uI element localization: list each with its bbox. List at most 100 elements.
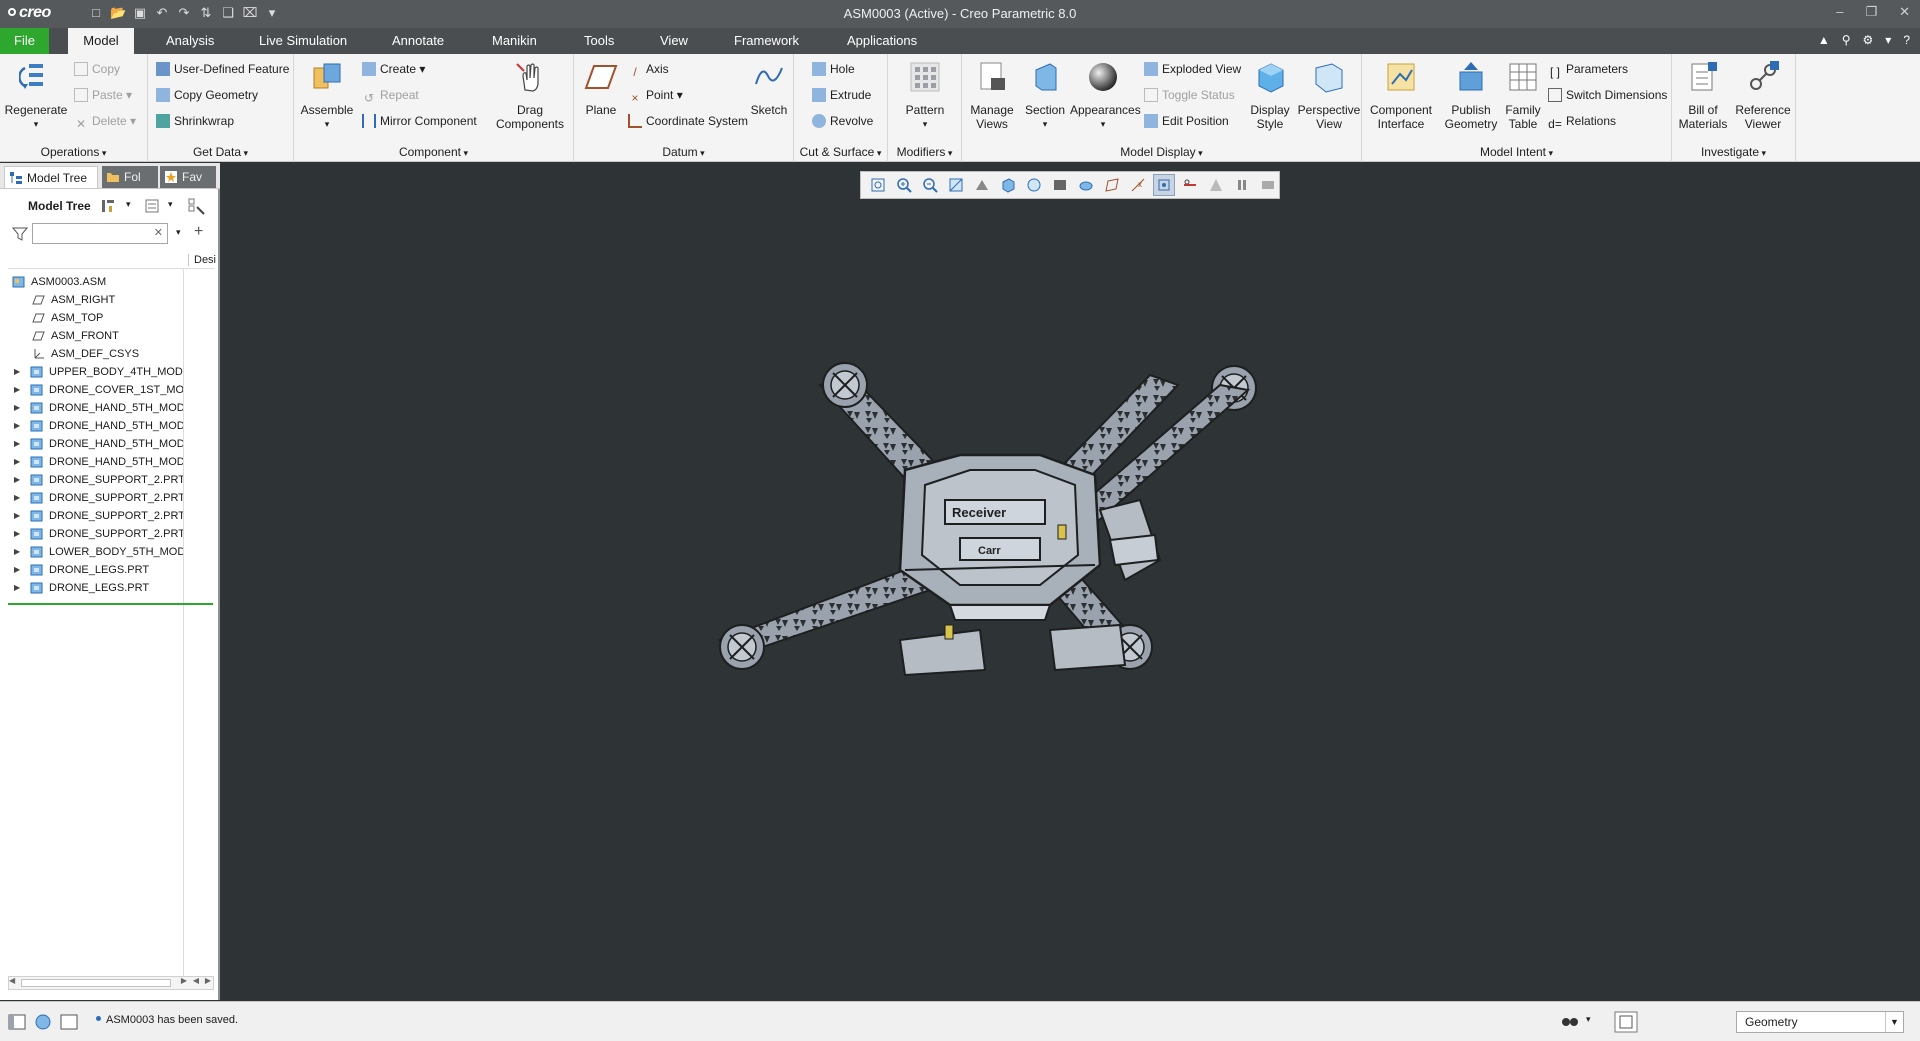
navigator-toggle-icon[interactable]: [8, 1014, 26, 1030]
filter-funnel-icon[interactable]: [12, 226, 28, 242]
appearances-dropdown-icon[interactable]: ▾: [1070, 117, 1136, 131]
saved-orientations-icon[interactable]: [997, 174, 1019, 196]
appearance-small-icon[interactable]: [1075, 174, 1097, 196]
datum-display-icon[interactable]: [1101, 174, 1123, 196]
zoom-in-icon[interactable]: [893, 174, 915, 196]
revolve-button[interactable]: Revolve: [812, 112, 873, 130]
tree-item[interactable]: ▶ DRONE_COVER_1ST_MOD: [0, 381, 183, 399]
group-label-model-display[interactable]: Model Display: [962, 145, 1361, 159]
publish-geometry-button[interactable]: Publish Geometry: [1440, 60, 1502, 131]
tree-item[interactable]: ▶ DRONE_SUPPORT_2.PRT: [0, 525, 183, 543]
pause-icon[interactable]: [1231, 174, 1253, 196]
assemble-dropdown-icon[interactable]: ▾: [296, 117, 358, 131]
group-label-investigate[interactable]: Investigate: [1672, 145, 1795, 159]
tree-item[interactable]: ASM_FRONT: [0, 327, 183, 345]
zoom-out-icon[interactable]: [919, 174, 941, 196]
coordinate-system-button[interactable]: Coordinate System: [628, 112, 748, 130]
selection-buffer-icon[interactable]: [1614, 1011, 1638, 1033]
settings-icon[interactable]: ⚙: [1863, 33, 1874, 47]
browser-toggle-icon[interactable]: [34, 1014, 52, 1030]
tab-live-simulation[interactable]: Live Simulation: [245, 28, 361, 54]
spin-center-icon[interactable]: [1153, 174, 1175, 196]
tab-view[interactable]: View: [646, 28, 702, 54]
tree-item[interactable]: ASM_DEF_CSYS: [0, 345, 183, 363]
tab-model[interactable]: Model: [68, 28, 134, 54]
show-options-icon[interactable]: [144, 198, 160, 214]
refit-icon[interactable]: [867, 174, 889, 196]
tab-applications[interactable]: Applications: [833, 28, 931, 54]
appearances-button[interactable]: Appearances ▾: [1070, 60, 1141, 131]
full-screen-icon[interactable]: [60, 1014, 78, 1030]
restore-icon[interactable]: ❐: [1865, 4, 1877, 20]
drag-components-button[interactable]: Drag Components: [490, 60, 570, 131]
relations-button[interactable]: d= Relations: [1548, 112, 1616, 131]
add-column-icon[interactable]: +: [194, 223, 203, 241]
pattern-dropdown-icon[interactable]: ▾: [892, 117, 958, 131]
tree-item[interactable]: ▶ DRONE_HAND_5TH_MOD: [0, 417, 183, 435]
tree-item[interactable]: ▶ DRONE_SUPPORT_2.PRT: [0, 507, 183, 525]
expand-arrow-icon[interactable]: ▶: [14, 453, 20, 471]
expand-arrow-icon[interactable]: ▶: [14, 543, 20, 561]
extrude-button[interactable]: Extrude: [812, 86, 871, 104]
expand-arrow-icon[interactable]: ▶: [14, 471, 20, 489]
group-label-modifiers[interactable]: Modifiers: [888, 145, 961, 159]
column-scroll-left-icon[interactable]: ◀: [193, 976, 199, 985]
user-defined-feature-button[interactable]: User-Defined Feature: [156, 60, 289, 78]
shading-icon[interactable]: [1205, 174, 1227, 196]
tree-item[interactable]: ▶ LOWER_BODY_5TH_MODE: [0, 543, 183, 561]
filter-dropdown-icon[interactable]: ▾: [176, 227, 181, 238]
switch-dimensions-button[interactable]: Switch Dimensions: [1548, 86, 1667, 104]
trim-icon[interactable]: [1179, 174, 1201, 196]
group-label-component[interactable]: Component: [294, 145, 573, 159]
tab-folder-browser[interactable]: Fol: [102, 166, 158, 188]
parameters-button[interactable]: [ ] Parameters: [1548, 60, 1628, 79]
point-button[interactable]: × Point ▾: [628, 86, 682, 105]
clear-search-icon[interactable]: ✕: [154, 226, 163, 239]
arm-rear-left[interactable]: [717, 566, 932, 670]
display-style-button[interactable]: Display Style: [1242, 60, 1298, 131]
copy-button[interactable]: Copy: [74, 60, 120, 78]
tab-manikin[interactable]: Manikin: [478, 28, 551, 54]
find-icon[interactable]: [1560, 1012, 1580, 1032]
component-interface-button[interactable]: Component Interface: [1362, 60, 1440, 131]
tree-columns-icon[interactable]: [188, 198, 206, 216]
tree-item[interactable]: ▶ DRONE_LEGS.PRT: [0, 579, 183, 597]
section-button[interactable]: Section ▾: [1020, 60, 1070, 131]
tree-item[interactable]: ▶ DRONE_HAND_5TH_MOD: [0, 453, 183, 471]
group-label-datum[interactable]: Datum: [574, 145, 793, 159]
delete-button[interactable]: ✕ Delete ▾: [74, 112, 136, 131]
regenerate-button[interactable]: Regenerate ▾: [4, 60, 68, 131]
tab-tools[interactable]: Tools: [570, 28, 628, 54]
tree-item[interactable]: ▶ DRONE_HAND_5TH_MOD: [0, 399, 183, 417]
expand-arrow-icon[interactable]: ▶: [14, 435, 20, 453]
sketch-button[interactable]: Sketch: [746, 60, 792, 117]
scrollbar-thumb[interactable]: [21, 979, 171, 987]
expand-arrow-icon[interactable]: ▶: [14, 561, 20, 579]
tree-horizontal-scrollbar[interactable]: ◀ ▶ ◀ ▶: [8, 976, 214, 990]
chevron-down-icon[interactable]: ▾: [1885, 33, 1891, 47]
expand-arrow-icon[interactable]: ▶: [14, 363, 20, 381]
chevron-down-icon[interactable]: ▼: [1885, 1012, 1903, 1032]
group-label-cut-surface[interactable]: Cut & Surface: [794, 145, 887, 159]
tree-item[interactable]: ASM_RIGHT: [0, 291, 183, 309]
pattern-button[interactable]: Pattern ▾: [892, 60, 958, 131]
tree-item[interactable]: ▶ UPPER_BODY_4TH_MODEL: [0, 363, 183, 381]
drone-assembly-model[interactable]: Receiver Carr: [700, 360, 1300, 760]
paste-button[interactable]: Paste ▾: [74, 86, 132, 104]
tree-item[interactable]: ASM_TOP: [0, 309, 183, 327]
expand-arrow-icon[interactable]: ▶: [14, 381, 20, 399]
hide-icon[interactable]: [1257, 174, 1279, 196]
manage-views-button[interactable]: Manage Views: [964, 60, 1020, 131]
help-icon[interactable]: ?: [1903, 33, 1910, 47]
regenerate-dropdown-icon[interactable]: ▾: [4, 117, 68, 131]
tree-root[interactable]: ASM0003.ASM: [0, 273, 183, 291]
tab-favorites[interactable]: Fav: [160, 166, 216, 188]
find-dropdown-icon[interactable]: ▾: [1586, 1014, 1591, 1025]
reorient-icon[interactable]: [971, 174, 993, 196]
expand-arrow-icon[interactable]: ▶: [14, 507, 20, 525]
plane-button[interactable]: Plane: [576, 60, 626, 117]
bill-of-materials-button[interactable]: Bill of Materials: [1672, 60, 1734, 131]
scroll-right-icon[interactable]: ▶: [181, 976, 187, 985]
shrinkwrap-button[interactable]: Shrinkwrap: [156, 112, 234, 130]
close-icon[interactable]: ✕: [1899, 4, 1910, 20]
